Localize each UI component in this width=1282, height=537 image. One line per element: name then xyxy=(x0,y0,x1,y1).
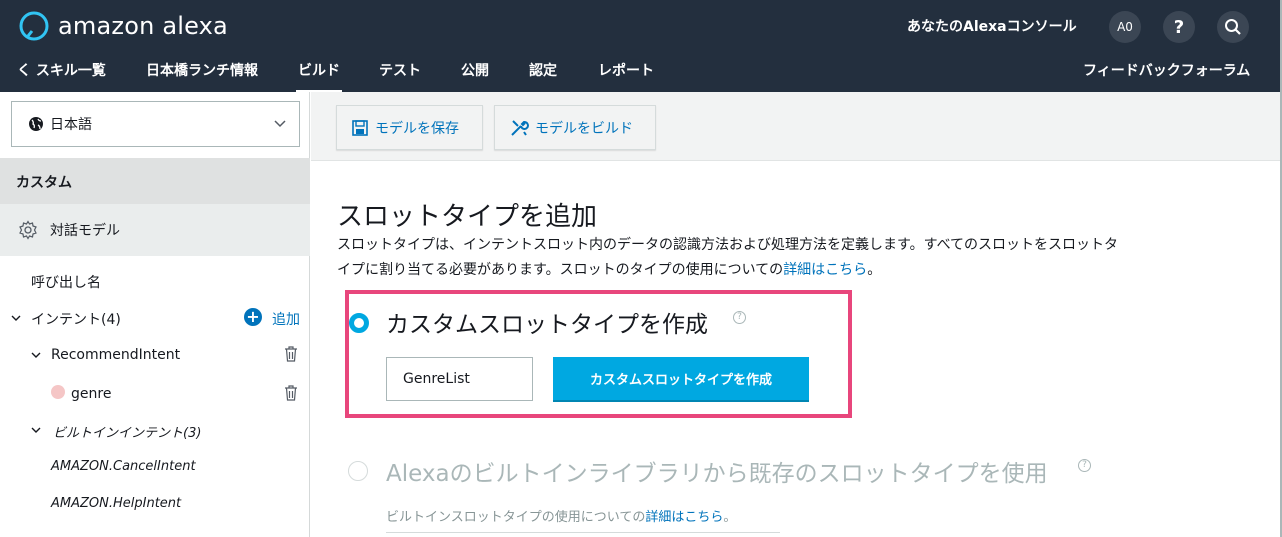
back-to-skills-link[interactable]: く スキル一覧 xyxy=(17,60,106,80)
help-icon[interactable]: ? xyxy=(733,311,746,324)
builtin-slot-type-description: ビルトインスロットタイプの使用についての詳細はこちら。 xyxy=(386,506,736,525)
sidebar-item-invocation[interactable]: 呼び出し名 xyxy=(31,272,101,292)
add-intent-link[interactable]: 追加 xyxy=(272,309,300,329)
globe-icon xyxy=(29,117,43,131)
search-button[interactable] xyxy=(1217,11,1249,43)
help-icon[interactable]: ? xyxy=(1078,459,1091,472)
slot-type-name-input[interactable] xyxy=(386,357,533,401)
logo-text: amazon alexa xyxy=(58,12,228,40)
save-model-label: モデルを保存 xyxy=(375,120,459,137)
wrench-screwdriver-icon xyxy=(511,119,529,136)
build-model-button[interactable]: モデルをビルド xyxy=(494,105,656,150)
add-intent-icon[interactable]: + xyxy=(244,308,262,326)
save-model-button[interactable]: モデルを保存 xyxy=(336,105,483,150)
console-title[interactable]: あなたのAlexaコンソール xyxy=(907,16,1077,36)
user-avatar-button[interactable]: A0 xyxy=(1109,11,1141,43)
sidebar-item-intents[interactable]: インテント(4) xyxy=(31,309,121,329)
search-icon xyxy=(1225,19,1241,35)
builtin-slot-type-input xyxy=(386,532,780,537)
skill-name-link[interactable]: 日本橋ランチ情報 xyxy=(146,60,258,80)
tab-reports[interactable]: レポート xyxy=(598,60,654,80)
language-value: 日本語 xyxy=(50,117,92,133)
tab-publish[interactable]: 公開 xyxy=(461,60,489,80)
tab-build[interactable]: ビルド xyxy=(296,60,342,94)
page-description: スロットタイプは、インテントスロット内のデータの認識方法および処理方法を定義しま… xyxy=(337,233,1247,283)
sidebar-item-recommend-intent[interactable]: RecommendIntent xyxy=(51,347,180,363)
toolbar: モデルを保存 モデルをビルド xyxy=(311,92,1282,161)
dialog-model-label: 対話モデル xyxy=(50,223,120,239)
section-custom[interactable]: カスタム xyxy=(0,158,310,204)
chevron-down-icon[interactable] xyxy=(31,425,41,435)
chevron-down-icon[interactable] xyxy=(11,313,21,323)
sidebar: 日本語 カスタム 対話モデル 呼び出し名 インテント(4) + 追加 Recom… xyxy=(0,92,310,537)
tab-certification[interactable]: 認定 xyxy=(529,60,557,80)
tab-test[interactable]: テスト xyxy=(379,60,421,80)
slot-status-dot xyxy=(51,385,65,399)
trash-icon[interactable] xyxy=(284,385,298,401)
chevron-down-icon xyxy=(274,120,286,128)
top-header: amazon alexa あなたのAlexaコンソール A0 ? く スキル一覧… xyxy=(0,0,1282,94)
feedback-forum-link[interactable]: フィードバックフォーラム xyxy=(1083,60,1250,80)
page-title: スロットタイプを追加 xyxy=(337,202,598,232)
help-button[interactable]: ? xyxy=(1163,11,1195,43)
sidebar-item-builtin-intents[interactable]: ビルトインインテント(3) xyxy=(53,422,201,441)
sidebar-item-dialog-model[interactable]: 対話モデル xyxy=(0,204,310,256)
custom-slot-type-radio[interactable] xyxy=(349,313,369,333)
sidebar-item-cancel-intent[interactable]: AMAZON.CancelIntent xyxy=(51,459,196,474)
create-custom-slot-type-button[interactable]: カスタムスロットタイプを作成 xyxy=(553,357,809,400)
trash-icon[interactable] xyxy=(284,346,298,362)
description-line-2: イプに割り当てる必要があります。スロットのタイプの使用についての xyxy=(337,262,784,278)
builtin-slot-type-title: Alexaのビルトインライブラリから既存のスロットタイプを使用 xyxy=(386,461,1048,487)
top-nav: く スキル一覧 日本橋ランチ情報 ビルド テスト 公開 認定 レポート フィード… xyxy=(0,52,1282,94)
gear-icon xyxy=(19,220,37,240)
language-select[interactable]: 日本語 xyxy=(11,101,300,147)
builtin-desc-end: 。 xyxy=(723,510,737,525)
save-icon xyxy=(352,119,368,136)
builtin-slot-type-radio[interactable] xyxy=(348,461,368,481)
sidebar-item-slot-genre[interactable]: genre xyxy=(71,386,111,402)
main-content: モデルを保存 モデルをビルド スロットタイプを追加 スロットタイプは、インテント… xyxy=(311,92,1282,537)
custom-slot-type-title: カスタムスロットタイプを作成 xyxy=(386,312,708,338)
sidebar-item-help-intent[interactable]: AMAZON.HelpIntent xyxy=(51,496,181,511)
builtin-learn-more-link[interactable]: 詳細はこちら xyxy=(645,510,723,525)
learn-more-link[interactable]: 詳細はこちら xyxy=(783,262,867,278)
build-model-label: モデルをビルド xyxy=(535,120,633,137)
chevron-down-icon[interactable] xyxy=(31,350,41,360)
alexa-ring-icon xyxy=(19,11,49,41)
amazon-alexa-logo[interactable]: amazon alexa xyxy=(18,10,228,42)
description-line-1: スロットタイプは、インテントスロット内のデータの認識方法および処理方法を定義しま… xyxy=(337,237,1119,253)
description-end: 。 xyxy=(867,262,882,278)
builtin-desc-text: ビルトインスロットタイプの使用についての xyxy=(386,510,646,525)
